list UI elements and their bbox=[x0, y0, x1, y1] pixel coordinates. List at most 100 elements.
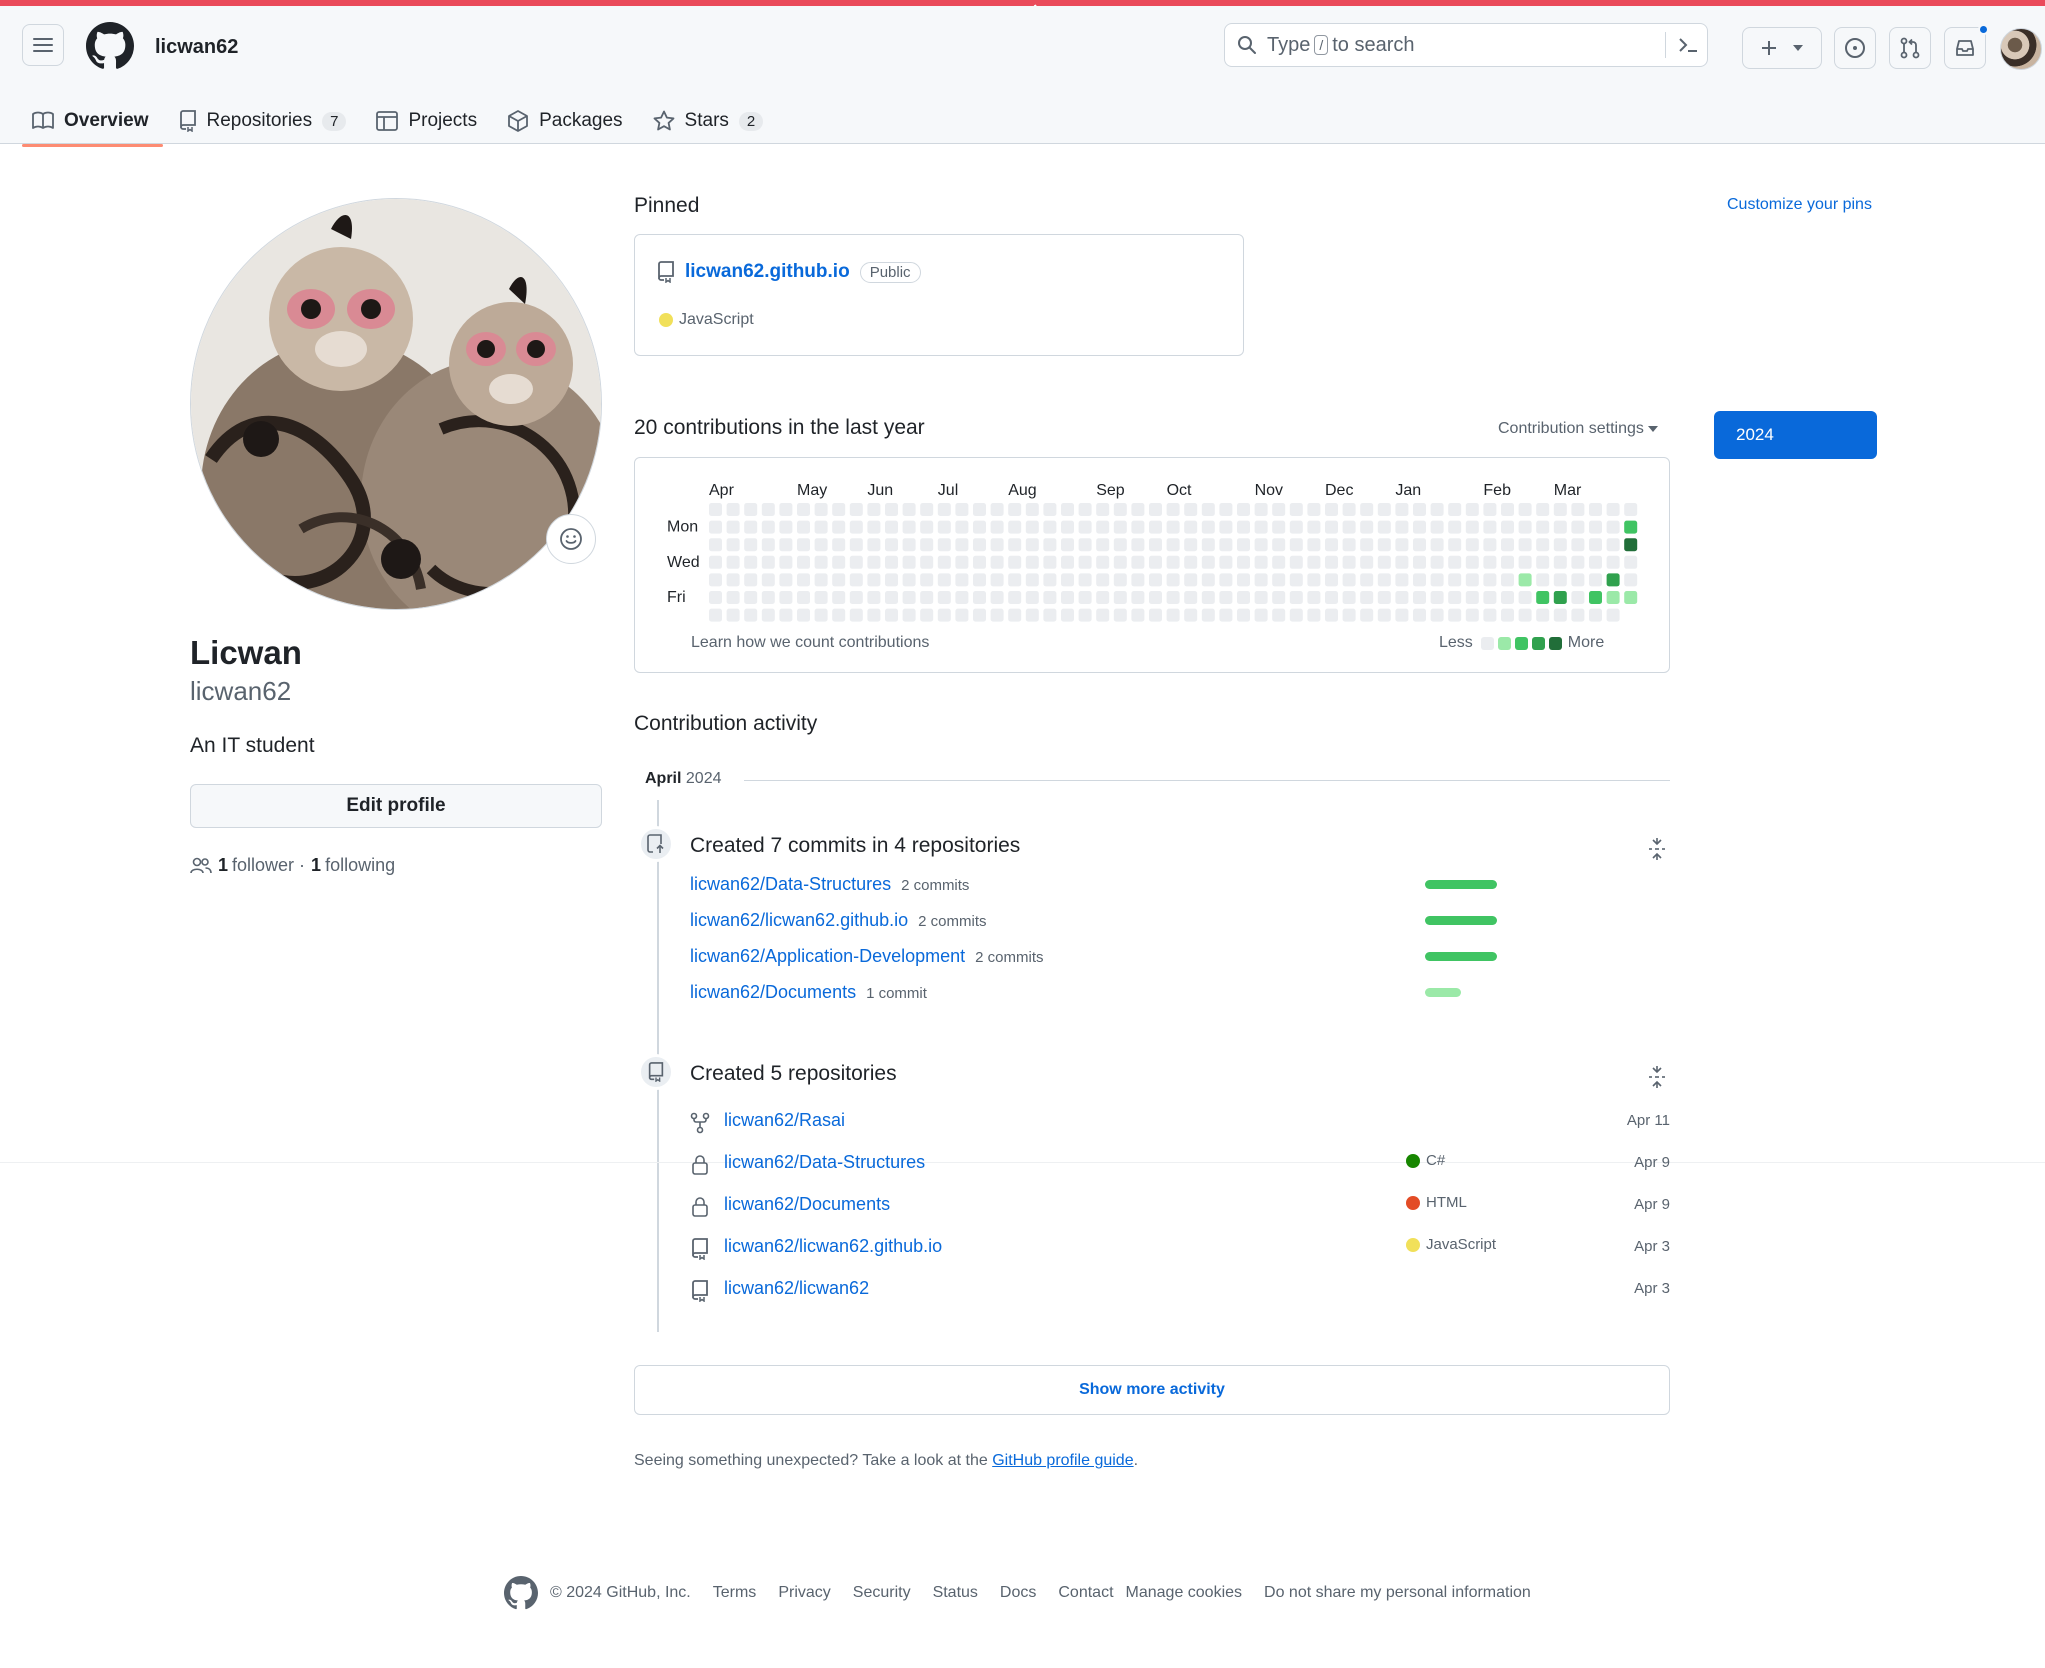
contribution-day-cell[interactable] bbox=[1413, 555, 1426, 569]
contribution-day-cell[interactable] bbox=[1096, 573, 1110, 587]
contribution-day-cell[interactable] bbox=[1289, 555, 1303, 569]
edit-profile-button[interactable]: Edit profile bbox=[190, 784, 602, 828]
contribution-day-cell[interactable] bbox=[1237, 573, 1250, 587]
contribution-day-cell[interactable] bbox=[1043, 591, 1057, 604]
contribution-day-cell[interactable] bbox=[1131, 538, 1145, 552]
contribution-day-cell[interactable] bbox=[1043, 520, 1057, 534]
contribution-day-cell[interactable] bbox=[1342, 520, 1356, 534]
contribution-day-cell[interactable] bbox=[1201, 538, 1215, 552]
contribution-day-cell[interactable] bbox=[761, 520, 775, 534]
contribution-day-cell[interactable] bbox=[1377, 573, 1391, 587]
contribution-day-cell[interactable] bbox=[797, 555, 810, 569]
contribution-day-cell[interactable] bbox=[920, 520, 934, 534]
contribution-day-cell[interactable] bbox=[1025, 538, 1039, 552]
contribution-day-cell[interactable] bbox=[1465, 573, 1479, 587]
contribution-day-cell[interactable] bbox=[1043, 608, 1057, 622]
contribution-day-cell[interactable] bbox=[1342, 555, 1356, 569]
contribution-day-cell[interactable] bbox=[973, 555, 986, 569]
contribution-day-cell[interactable] bbox=[1624, 503, 1638, 516]
contribution-day-cell[interactable] bbox=[849, 538, 863, 552]
contribution-day-cell[interactable] bbox=[1061, 503, 1074, 516]
contribution-day-cell[interactable] bbox=[1413, 608, 1426, 622]
contribution-day-cell[interactable] bbox=[1624, 520, 1638, 534]
contribution-day-cell[interactable] bbox=[920, 591, 934, 604]
contribution-day-cell[interactable] bbox=[1166, 608, 1180, 622]
created-repo-link[interactable]: licwan62/Documents bbox=[724, 1194, 890, 1215]
contribution-day-cell[interactable] bbox=[955, 538, 969, 552]
contribution-day-cell[interactable] bbox=[1571, 538, 1585, 552]
contribution-day-cell[interactable] bbox=[1325, 608, 1338, 622]
contribution-day-cell[interactable] bbox=[1571, 591, 1585, 604]
contribution-day-cell[interactable] bbox=[1518, 555, 1532, 569]
contribution-day-cell[interactable] bbox=[1589, 503, 1602, 516]
contribution-day-cell[interactable] bbox=[955, 591, 969, 604]
contribution-day-cell[interactable] bbox=[1113, 591, 1127, 604]
contribution-day-cell[interactable] bbox=[1043, 503, 1057, 516]
contribution-day-cell[interactable] bbox=[1589, 555, 1602, 569]
contribution-day-cell[interactable] bbox=[1166, 555, 1180, 569]
footer-link-security[interactable]: Security bbox=[853, 1584, 911, 1602]
contribution-day-cell[interactable] bbox=[1518, 538, 1532, 552]
contribution-day-cell[interactable] bbox=[990, 538, 1004, 552]
contribution-day-cell[interactable] bbox=[1008, 573, 1022, 587]
contribution-day-cell[interactable] bbox=[1395, 520, 1409, 534]
contribution-day-cell[interactable] bbox=[1536, 520, 1550, 534]
contribution-day-cell[interactable] bbox=[1008, 591, 1022, 604]
created-repo-link[interactable]: licwan62/licwan62 bbox=[724, 1278, 869, 1299]
contribution-day-cell[interactable] bbox=[1624, 538, 1638, 552]
contribution-day-cell[interactable] bbox=[779, 538, 793, 552]
contribution-day-cell[interactable] bbox=[1184, 573, 1198, 587]
contribution-day-cell[interactable] bbox=[1307, 573, 1321, 587]
contribution-day-cell[interactable] bbox=[1553, 555, 1567, 569]
contribution-day-cell[interactable] bbox=[779, 591, 793, 604]
contribution-day-cell[interactable] bbox=[990, 503, 1004, 516]
contribution-day-cell[interactable] bbox=[885, 591, 898, 604]
contribution-day-cell[interactable] bbox=[1131, 503, 1145, 516]
contribution-day-cell[interactable] bbox=[1184, 538, 1198, 552]
contribution-day-cell[interactable] bbox=[779, 520, 793, 534]
contribution-day-cell[interactable] bbox=[1465, 591, 1479, 604]
contribution-day-cell[interactable] bbox=[1518, 573, 1532, 587]
contribution-day-cell[interactable] bbox=[1553, 591, 1567, 604]
fold-icon[interactable] bbox=[1647, 838, 1667, 860]
contribution-day-cell[interactable] bbox=[1254, 573, 1268, 587]
contribution-day-cell[interactable] bbox=[1606, 555, 1620, 569]
contribution-day-cell[interactable] bbox=[761, 573, 775, 587]
contribution-day-cell[interactable] bbox=[955, 573, 969, 587]
contribution-day-cell[interactable] bbox=[1307, 538, 1321, 552]
contribution-day-cell[interactable] bbox=[709, 520, 722, 534]
contribution-day-cell[interactable] bbox=[885, 538, 898, 552]
contribution-day-cell[interactable] bbox=[1395, 573, 1409, 587]
contribution-day-cell[interactable] bbox=[1395, 608, 1409, 622]
contribution-day-cell[interactable] bbox=[1043, 538, 1057, 552]
contribution-day-cell[interactable] bbox=[1430, 538, 1444, 552]
contribution-day-cell[interactable] bbox=[902, 591, 916, 604]
contribution-day-cell[interactable] bbox=[1184, 608, 1198, 622]
contribution-day-cell[interactable] bbox=[1501, 555, 1514, 569]
contribution-day-cell[interactable] bbox=[1078, 573, 1092, 587]
contribution-day-cell[interactable] bbox=[709, 573, 722, 587]
contribution-day-cell[interactable] bbox=[1553, 503, 1567, 516]
contribution-day-cell[interactable] bbox=[744, 555, 758, 569]
contribution-day-cell[interactable] bbox=[1589, 573, 1602, 587]
contribution-day-cell[interactable] bbox=[885, 520, 898, 534]
contribution-day-cell[interactable] bbox=[726, 591, 740, 604]
contribution-day-cell[interactable] bbox=[937, 503, 951, 516]
contribution-day-cell[interactable] bbox=[1518, 591, 1532, 604]
contribution-day-cell[interactable] bbox=[1237, 503, 1250, 516]
create-new-button[interactable] bbox=[1742, 27, 1822, 69]
contribution-day-cell[interactable] bbox=[849, 503, 863, 516]
contribution-day-cell[interactable] bbox=[1465, 555, 1479, 569]
contribution-day-cell[interactable] bbox=[744, 520, 758, 534]
contribution-day-cell[interactable] bbox=[867, 608, 881, 622]
contribution-day-cell[interactable] bbox=[797, 503, 810, 516]
contribution-day-cell[interactable] bbox=[1553, 608, 1567, 622]
contribution-day-cell[interactable] bbox=[1149, 538, 1162, 552]
contribution-day-cell[interactable] bbox=[1536, 608, 1550, 622]
contribution-day-cell[interactable] bbox=[1571, 573, 1585, 587]
contribution-day-cell[interactable] bbox=[1043, 555, 1057, 569]
contribution-day-cell[interactable] bbox=[1008, 555, 1022, 569]
contribution-day-cell[interactable] bbox=[1501, 520, 1514, 534]
contribution-day-cell[interactable] bbox=[1606, 538, 1620, 552]
contribution-day-cell[interactable] bbox=[832, 555, 846, 569]
